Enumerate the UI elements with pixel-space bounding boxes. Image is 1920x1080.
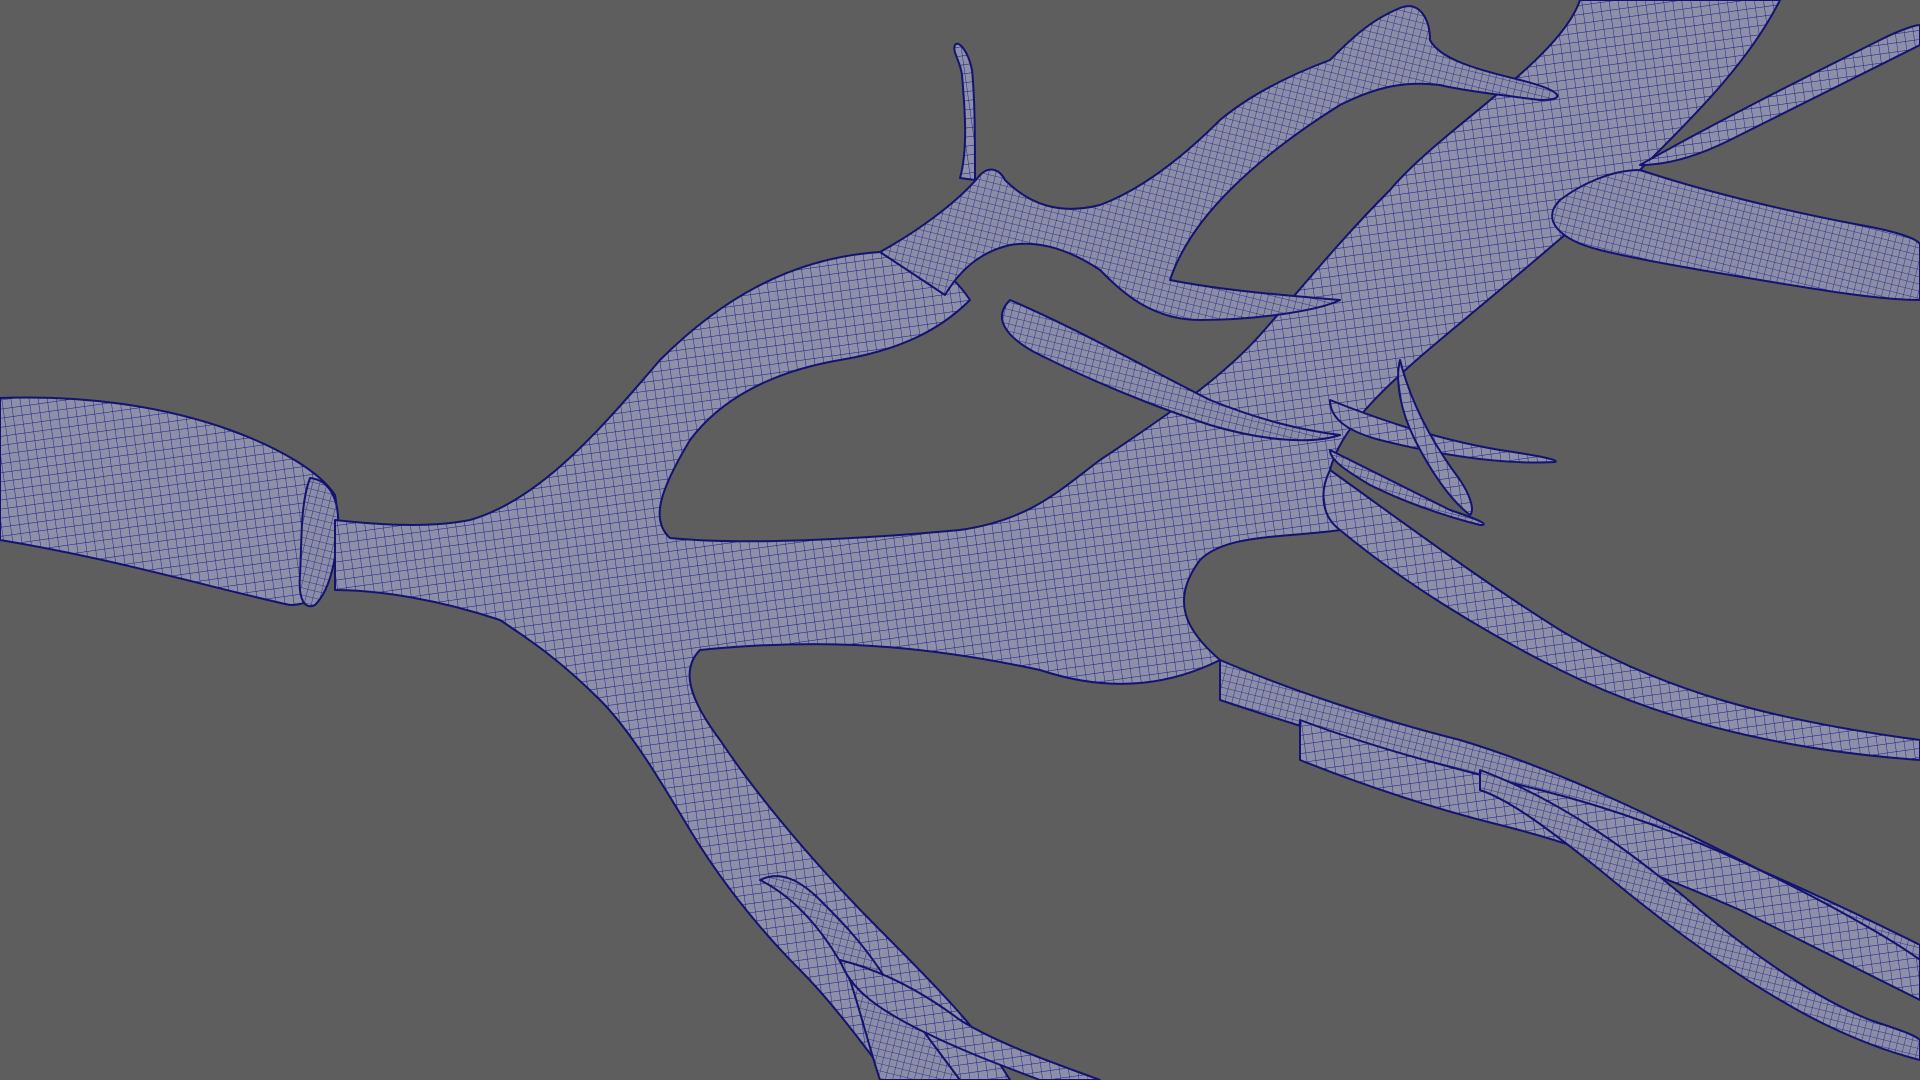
vessel-upper-right-tube	[1551, 169, 1920, 301]
trunk-cap	[298, 477, 340, 608]
vessel-junction-main	[334, 0, 1781, 1080]
vessel-branch-hook	[953, 42, 976, 181]
vessel-mesh[interactable]	[0, 0, 1920, 1080]
trunk-cylinder	[0, 396, 339, 606]
3d-viewport[interactable]	[0, 0, 1920, 1080]
vessel-branch-right-1	[1322, 469, 1920, 761]
